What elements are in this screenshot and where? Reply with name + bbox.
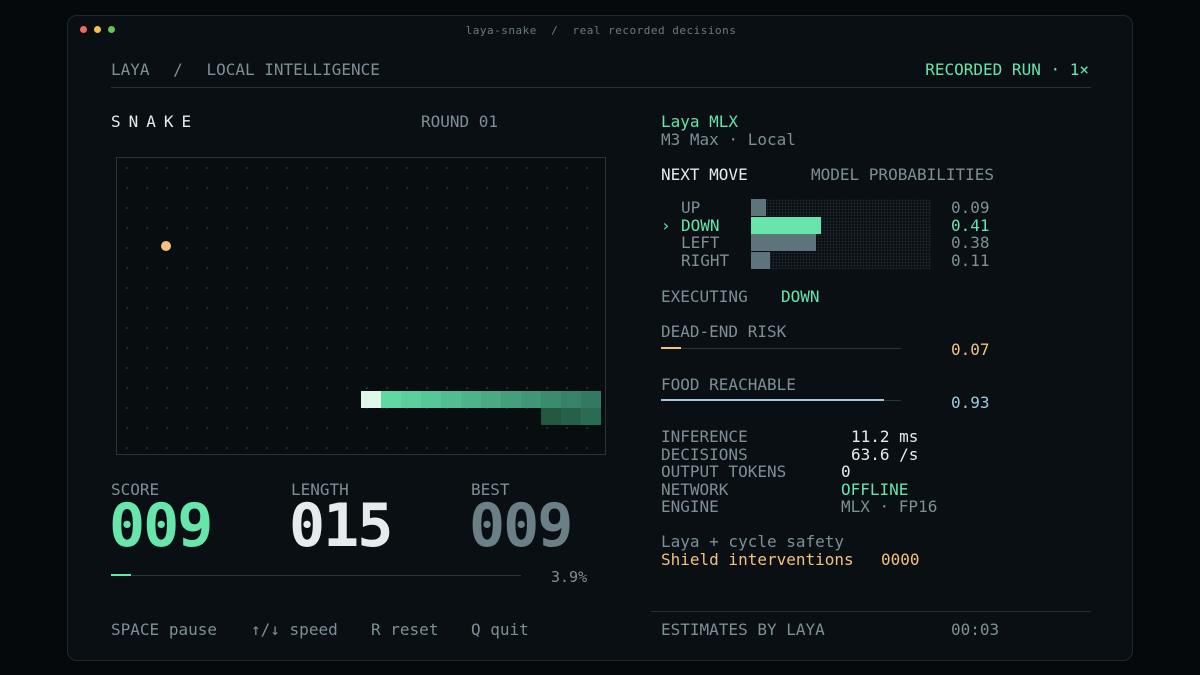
- metric-output-tokens-label: OUTPUT TOKENS: [661, 462, 787, 481]
- snake-segment: [421, 391, 441, 408]
- food-pellet: [161, 241, 171, 251]
- model-hardware: M3 Max · Local: [661, 130, 796, 149]
- metric-engine-value: MLX · FP16: [841, 497, 938, 516]
- control-quit[interactable]: Q quit: [471, 620, 529, 639]
- breadcrumb-separator: /: [173, 60, 183, 79]
- footer-divider: [651, 611, 1091, 612]
- move-prob-right: 0.11: [951, 250, 990, 270]
- recorded-run-indicator: RECORDED RUN · 1×: [925, 60, 1089, 79]
- elapsed-timer: 00:03: [951, 620, 1000, 639]
- game-board[interactable]: [116, 157, 606, 455]
- snake-segment: [481, 391, 501, 408]
- length-value: 015: [289, 491, 393, 561]
- snake-segment: [501, 391, 521, 408]
- estimates-label: ESTIMATES BY LAYA: [661, 620, 825, 639]
- window-title: laya-snake / real recorded decisions: [465, 24, 737, 37]
- brand-name: LAYA: [111, 60, 150, 79]
- move-marker: ›: [661, 215, 671, 235]
- move-label-left: LEFT: [681, 233, 720, 252]
- move-bar-fill-right: [751, 251, 770, 269]
- food-reachable-label: FOOD REACHABLE: [661, 375, 796, 394]
- section-name: LOCAL INTELLIGENCE: [206, 60, 380, 79]
- move-bar-track: [751, 199, 931, 216]
- control-speed[interactable]: ↑/↓ speed: [251, 620, 338, 639]
- action-pause: pause: [168, 620, 217, 639]
- move-bar-fill-left: [751, 234, 816, 251]
- snake-segment: [381, 391, 401, 408]
- key-q: Q: [471, 620, 481, 639]
- move-bar-track: [751, 216, 931, 234]
- snake-segment: [441, 391, 461, 408]
- snake-segment: [581, 391, 601, 408]
- move-label-down: DOWN: [681, 215, 720, 235]
- snake-segment: [581, 408, 601, 425]
- action-reset: reset: [390, 620, 439, 639]
- progress-percent: 3.9%: [551, 568, 588, 586]
- move-prob-down: 0.41: [951, 215, 990, 235]
- move-prob-up: 0.09: [951, 198, 990, 217]
- snake-segment: [461, 391, 481, 408]
- control-pause[interactable]: SPACE pause: [111, 620, 217, 639]
- dead-end-risk-value: 0.07: [951, 340, 990, 359]
- move-prob-left: 0.38: [951, 233, 990, 252]
- progress-fill: [111, 574, 131, 576]
- snake-segment: [561, 391, 581, 408]
- executing-value: DOWN: [781, 287, 820, 306]
- food-reachable-fill: [661, 399, 884, 401]
- key-arrows: ↑/↓: [251, 620, 280, 639]
- executing-label: EXECUTING: [661, 287, 748, 306]
- snake-segment: [541, 391, 561, 408]
- move-bar-track: [751, 234, 931, 251]
- metric-inference-label: INFERENCE: [661, 427, 748, 446]
- shield-interventions-label: Shield interventions: [661, 550, 854, 569]
- dead-end-risk-label: DEAD-END RISK: [661, 322, 787, 341]
- move-label-up: UP: [681, 198, 701, 217]
- key-r: R: [371, 620, 381, 639]
- round-label: ROUND 01: [421, 112, 499, 131]
- model-name: Laya MLX: [661, 112, 739, 131]
- app-window: laya-snake / real recorded decisions LAY…: [67, 15, 1133, 661]
- snake-segment: [541, 408, 561, 425]
- progress-track: [111, 574, 521, 576]
- metric-engine-label: ENGINE: [661, 497, 719, 516]
- metric-inference-value: 11.2 ms: [851, 427, 919, 446]
- header-divider: [111, 87, 1091, 88]
- snake-segment: [561, 408, 581, 425]
- shield-interventions-value: 0000: [881, 550, 920, 569]
- snake-head: [361, 391, 381, 408]
- metric-decisions-value: 63.6 /s: [851, 445, 919, 464]
- dead-end-risk-track: [661, 347, 901, 349]
- move-bar-fill-up: [751, 199, 766, 216]
- score-value: 009: [109, 491, 213, 561]
- move-bar-track: [751, 251, 931, 269]
- safety-title: Laya + cycle safety: [661, 532, 845, 551]
- breadcrumb: LAYA / LOCAL INTELLIGENCE: [111, 60, 380, 79]
- move-label-right: RIGHT: [681, 250, 730, 270]
- next-move-label: NEXT MOVE: [661, 165, 748, 184]
- game-title: SNAKE: [111, 112, 200, 131]
- snake-segment: [521, 391, 541, 408]
- snake-segment: [401, 391, 421, 408]
- move-bar-fill-down: [751, 216, 821, 234]
- food-reachable-track: [661, 399, 901, 401]
- control-reset[interactable]: R reset: [371, 620, 438, 639]
- best-value: 009: [469, 491, 573, 561]
- action-quit: quit: [490, 620, 529, 639]
- action-speed: speed: [289, 620, 338, 639]
- model-probabilities-label: MODEL PROBABILITIES: [811, 165, 995, 184]
- dead-end-risk-fill: [661, 347, 681, 349]
- metric-output-tokens-value: 0: [841, 462, 851, 481]
- food-reachable-value: 0.93: [951, 393, 990, 412]
- key-space: SPACE: [111, 620, 160, 639]
